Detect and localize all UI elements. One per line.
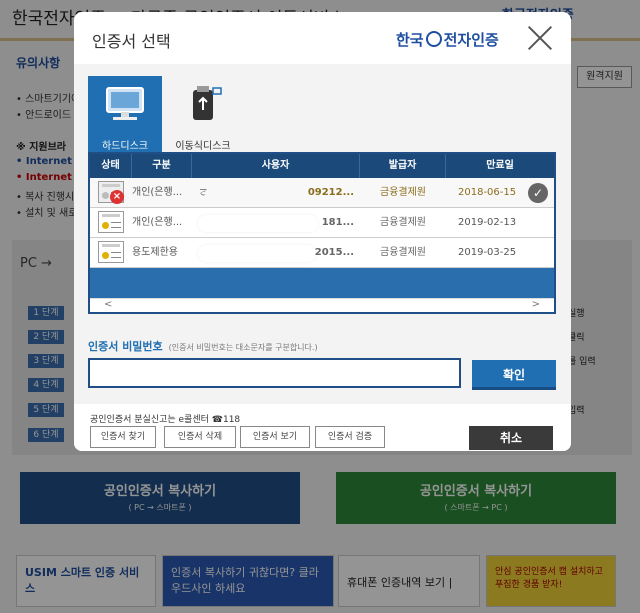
brand-mark-icon [425, 31, 442, 47]
dialog-title: 인증서 선택 [92, 32, 171, 51]
scroll-left-icon[interactable]: < [104, 299, 112, 310]
redacted-name [198, 215, 318, 232]
cell-issuer: 금융결제원 [380, 247, 426, 258]
cell-type: 용도제한용 [132, 247, 178, 258]
cancel-button[interactable]: 취소 [469, 426, 553, 450]
expired-icon: × [110, 190, 124, 204]
certificate-table: 상태 구분 사용자 발급자 만료일 × 개인(은행... ਟ 09212... … [88, 152, 556, 314]
ok-button[interactable]: 확인 [472, 360, 556, 390]
brand-right: 전자인증 [443, 31, 499, 49]
help-text: 공인인증서 분실신고는 e콜센터 ☎118 [90, 415, 241, 425]
cell-user: 2015... [314, 247, 354, 258]
tab-harddisk-label: 하드디스크 [102, 141, 148, 152]
cell-user: 09212... [307, 187, 354, 198]
cell-expiry: 2019-03-25 [458, 247, 517, 258]
cell-type: 개인(은행... [132, 217, 183, 228]
header-expiry: 만료일 [486, 160, 514, 171]
table-row[interactable]: 개인(은행... 181... 금융결제원 2019-02-13 [90, 208, 554, 238]
find-certificate-button[interactable]: 인증서 찾기 [90, 426, 156, 448]
table-header: 상태 구분 사용자 발급자 만료일 [90, 154, 554, 178]
header-user: 사용자 [192, 154, 360, 178]
brand-left: 한국 [396, 31, 424, 49]
delete-certificate-button[interactable]: 인증서 삭제 [164, 426, 236, 448]
dialog-body: 하드디스크 이동식디스크 상태 구분 사용자 발급자 만료일 × 개인(은행..… [74, 64, 571, 451]
redacted-name [198, 245, 316, 262]
tab-removable-label: 이동식디스크 [175, 141, 231, 152]
cell-user: 181... [321, 217, 354, 228]
header-issuer: 발급자 [360, 154, 446, 178]
tab-harddisk[interactable]: 하드디스크 [88, 76, 162, 152]
harddisk-icon [106, 87, 144, 120]
cell-expiry: 2019-02-13 [458, 217, 517, 228]
table-row[interactable]: × 개인(은행... ਟ 09212... 금융결제원 2018-06-15 ✓ [90, 178, 554, 208]
brand-logo: 한국 전자인증 [396, 29, 499, 50]
password-input[interactable] [88, 358, 461, 388]
scroll-right-icon[interactable]: > [532, 299, 540, 310]
password-label: 인증서 비밀번호 (인증서 비밀번호는 대소문자를 구분합니다.) [88, 340, 318, 353]
certificate-icon [98, 241, 124, 263]
certificate-dialog: 인증서 선택 한국 전자인증 하드디스크 이동식디스크 상태 구분 사용자 발급… [74, 12, 571, 451]
check-icon: ✓ [528, 183, 548, 203]
cell-issuer: 금융결제원 [380, 187, 426, 198]
certificate-icon [98, 211, 124, 233]
cell-expiry: 2018-06-15 [458, 187, 517, 198]
dialog-footer: 공인인증서 분실신고는 e콜센터 ☎118 인증서 찾기 인증서 삭제 인증서 … [74, 404, 571, 451]
header-type: 구분 [132, 154, 192, 178]
header-status: 상태 [90, 154, 132, 178]
password-hint: (인증서 비밀번호는 대소문자를 구분합니다.) [168, 343, 318, 352]
cell-user-prefix: ਟ [200, 187, 207, 198]
view-certificate-button[interactable]: 인증서 보기 [240, 426, 310, 448]
usb-drive-icon [193, 86, 222, 120]
verify-certificate-button[interactable]: 인증서 검증 [315, 426, 385, 448]
tab-removable-disk[interactable]: 이동식디스크 [166, 76, 240, 152]
cell-issuer: 금융결제원 [380, 217, 426, 228]
horizontal-scrollbar[interactable]: < > [90, 298, 554, 312]
cell-type: 개인(은행... [132, 187, 183, 198]
close-icon[interactable] [526, 24, 554, 52]
table-row[interactable]: 용도제한용 2015... 금융결제원 2019-03-25 [90, 238, 554, 268]
